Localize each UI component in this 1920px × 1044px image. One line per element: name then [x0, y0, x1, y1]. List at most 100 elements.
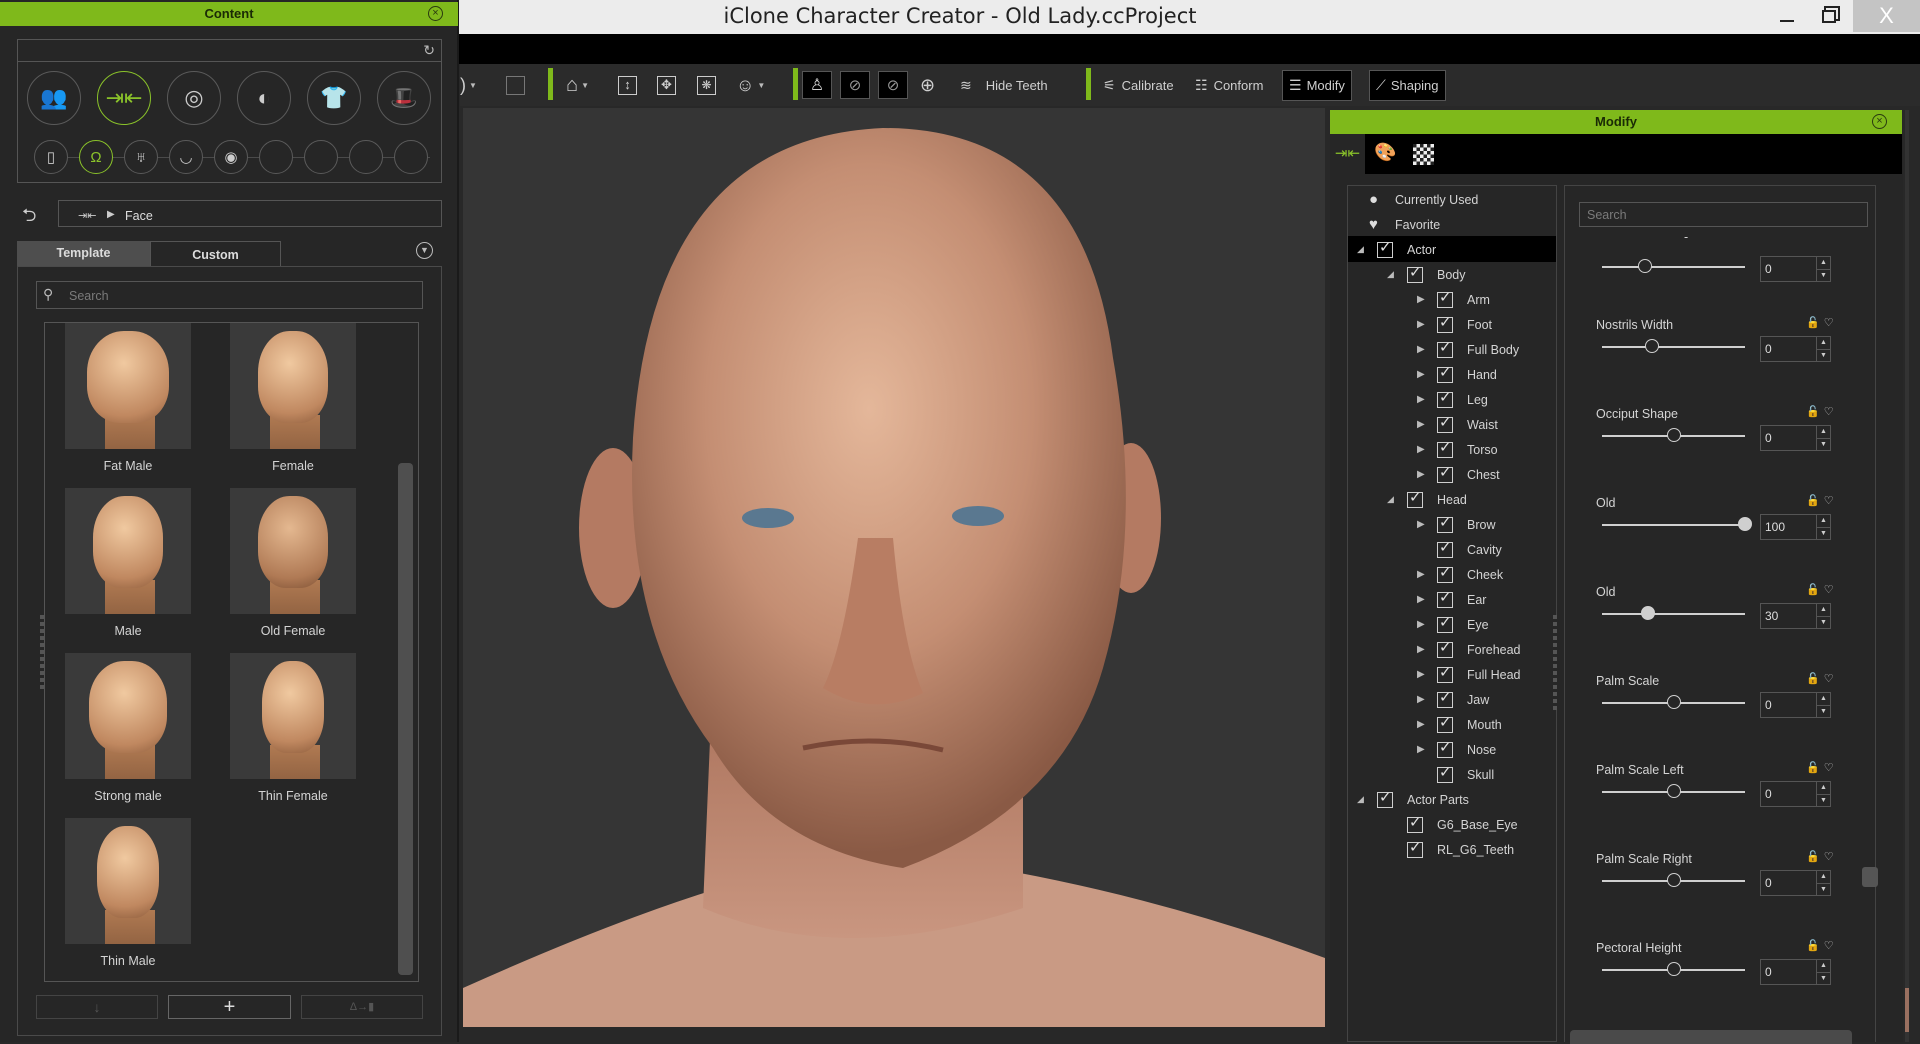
- template-item[interactable]: Male: [65, 488, 191, 638]
- slider-thumb[interactable]: [1645, 339, 1660, 353]
- tree-item[interactable]: ● Currently Used: [1357, 187, 1478, 212]
- tree-checkbox[interactable]: [1437, 413, 1453, 433]
- template-item[interactable]: Fat Male: [65, 323, 191, 473]
- decrement-icon[interactable]: ▼: [1817, 527, 1830, 540]
- expand-arrow-icon[interactable]: ▶: [1417, 369, 1427, 380]
- slider-value[interactable]: 0: [1761, 693, 1816, 717]
- morph-category[interactable]: ⇥⇤: [97, 71, 151, 125]
- tree-checkbox[interactable]: [1437, 713, 1453, 733]
- minimize-button[interactable]: [1764, 0, 1810, 32]
- tree-item[interactable]: ▶ Ear: [1417, 587, 1486, 612]
- tree-checkbox[interactable]: [1437, 613, 1453, 633]
- increment-icon[interactable]: ▲: [1817, 782, 1830, 794]
- collapse-arrow-icon[interactable]: ◢: [1357, 794, 1367, 805]
- expand-arrow-icon[interactable]: ▶: [1417, 469, 1427, 480]
- slider-value-spinbox[interactable]: 0 ▲ ▼: [1760, 781, 1831, 807]
- expand-arrow-icon[interactable]: ▶: [1417, 319, 1427, 330]
- slider-value[interactable]: 0: [1761, 257, 1816, 281]
- options-dropdown-icon[interactable]: ▼: [416, 242, 433, 259]
- tree-checkbox[interactable]: [1437, 313, 1453, 333]
- increment-icon[interactable]: ▲: [1817, 337, 1830, 349]
- unlock-icon[interactable]: 🔓: [1806, 940, 1824, 952]
- slider-value[interactable]: 100: [1761, 515, 1816, 539]
- increment-icon[interactable]: ▲: [1817, 426, 1830, 438]
- tree-item[interactable]: ▶ Hand: [1417, 362, 1497, 387]
- tree-checkbox[interactable]: [1377, 788, 1393, 808]
- calibrate-button[interactable]: ⚟ Calibrate: [1103, 71, 1174, 99]
- slider-thumb[interactable]: [1637, 259, 1652, 273]
- subcategory-empty[interactable]: [259, 140, 293, 174]
- slider-value[interactable]: 0: [1761, 960, 1816, 984]
- tree-item[interactable]: ▶ Torso: [1417, 437, 1498, 462]
- shaping-button[interactable]: ⟋ Shaping: [1369, 70, 1446, 101]
- conform-button[interactable]: ☷ Conform: [1195, 71, 1263, 99]
- decrement-icon[interactable]: ▼: [1817, 616, 1830, 629]
- tree-item[interactable]: ▶ Jaw: [1417, 687, 1489, 712]
- slider-thumb[interactable]: [1666, 962, 1681, 976]
- subcategory-empty[interactable]: [349, 140, 383, 174]
- tree-checkbox[interactable]: [1407, 838, 1423, 858]
- tree-checkbox[interactable]: [1437, 288, 1453, 308]
- tree-checkbox[interactable]: [1437, 663, 1453, 683]
- slider-thumb[interactable]: [1738, 517, 1752, 531]
- expand-arrow-icon[interactable]: ▶: [1417, 594, 1427, 605]
- slider-value[interactable]: 0: [1761, 782, 1816, 806]
- unlock-icon[interactable]: 🔓: [1806, 495, 1824, 507]
- favorite-heart-icon[interactable]: ♡: [1824, 762, 1838, 774]
- slider-value-spinbox[interactable]: 0 ▲ ▼: [1760, 870, 1831, 896]
- increment-icon[interactable]: ▲: [1817, 604, 1830, 616]
- decrement-icon[interactable]: ▼: [1817, 794, 1830, 807]
- slider-value-spinbox[interactable]: 30 ▲ ▼: [1760, 603, 1831, 629]
- slider-thumb[interactable]: [1640, 606, 1655, 620]
- expression-button[interactable]: ☺ ▼: [736, 71, 765, 99]
- tab-texture[interactable]: [1413, 144, 1434, 165]
- tree-item[interactable]: ▶ Mouth: [1417, 712, 1502, 737]
- slider-track[interactable]: [1602, 346, 1745, 348]
- close-panel-icon[interactable]: ×: [428, 6, 443, 21]
- template-item[interactable]: Thin Male: [65, 818, 191, 968]
- tree-checkbox[interactable]: [1407, 813, 1423, 833]
- fit-height-button[interactable]: ↕: [618, 71, 637, 99]
- unlock-icon[interactable]: 🔓: [1806, 673, 1824, 685]
- clothing-category[interactable]: 👕: [307, 71, 361, 125]
- tree-checkbox[interactable]: [1437, 363, 1453, 383]
- tree-item[interactable]: ▶ Eye: [1417, 612, 1489, 637]
- slider-track[interactable]: [1602, 266, 1745, 268]
- template-search-field[interactable]: ⚲ Search: [36, 281, 423, 309]
- add-template-button[interactable]: +: [168, 995, 291, 1019]
- subcategory-head[interactable]: Ω: [79, 140, 113, 174]
- favorite-heart-icon[interactable]: ♡: [1824, 406, 1838, 418]
- expand-arrow-icon[interactable]: ▶: [1417, 644, 1427, 655]
- unlock-icon[interactable]: 🔓: [1806, 584, 1824, 596]
- apply-button[interactable]: ↓: [36, 995, 158, 1019]
- slider-thumb[interactable]: [1666, 428, 1681, 442]
- expand-arrow-icon[interactable]: ▶: [1417, 669, 1427, 680]
- expand-arrow-icon[interactable]: ▶: [1417, 569, 1427, 580]
- tree-item[interactable]: ◢ Actor: [1357, 237, 1436, 262]
- unlock-icon[interactable]: 🔓: [1806, 851, 1824, 863]
- tree-item[interactable]: ▶ Cheek: [1417, 562, 1503, 587]
- expand-arrow-icon[interactable]: ▶: [1417, 394, 1427, 405]
- splitter-handle[interactable]: [1553, 615, 1557, 710]
- breadcrumb-current[interactable]: Face: [125, 209, 153, 223]
- head-category[interactable]: ◐: [237, 71, 291, 125]
- favorite-heart-icon[interactable]: ♡: [1824, 317, 1838, 329]
- expand-arrow-icon[interactable]: ▶: [1417, 619, 1427, 630]
- favorite-heart-icon[interactable]: ♡: [1824, 584, 1838, 596]
- pan-button[interactable]: ✥: [657, 71, 676, 99]
- wireframe-button[interactable]: ⊕: [920, 71, 935, 99]
- show-body-button[interactable]: ♙: [802, 71, 832, 99]
- decrement-icon[interactable]: ▼: [1817, 972, 1830, 985]
- expand-arrow-icon[interactable]: ▶: [1417, 719, 1427, 730]
- slider-thumb[interactable]: [1666, 784, 1681, 798]
- favorite-heart-icon[interactable]: ♡: [1824, 673, 1838, 685]
- back-icon[interactable]: ⮌: [22, 203, 36, 233]
- tree-item[interactable]: ▶ Full Head: [1417, 662, 1521, 687]
- tree-item[interactable]: ▶ Forehead: [1417, 637, 1521, 662]
- decrement-icon[interactable]: ▼: [1817, 349, 1830, 362]
- refresh-icon[interactable]: ↻: [423, 42, 435, 59]
- slider-value-spinbox[interactable]: 0 ▲ ▼: [1760, 692, 1831, 718]
- increment-icon[interactable]: ▲: [1817, 693, 1830, 705]
- unlock-icon[interactable]: 🔓: [1806, 406, 1824, 418]
- subcategory-teeth[interactable]: ◡: [169, 140, 203, 174]
